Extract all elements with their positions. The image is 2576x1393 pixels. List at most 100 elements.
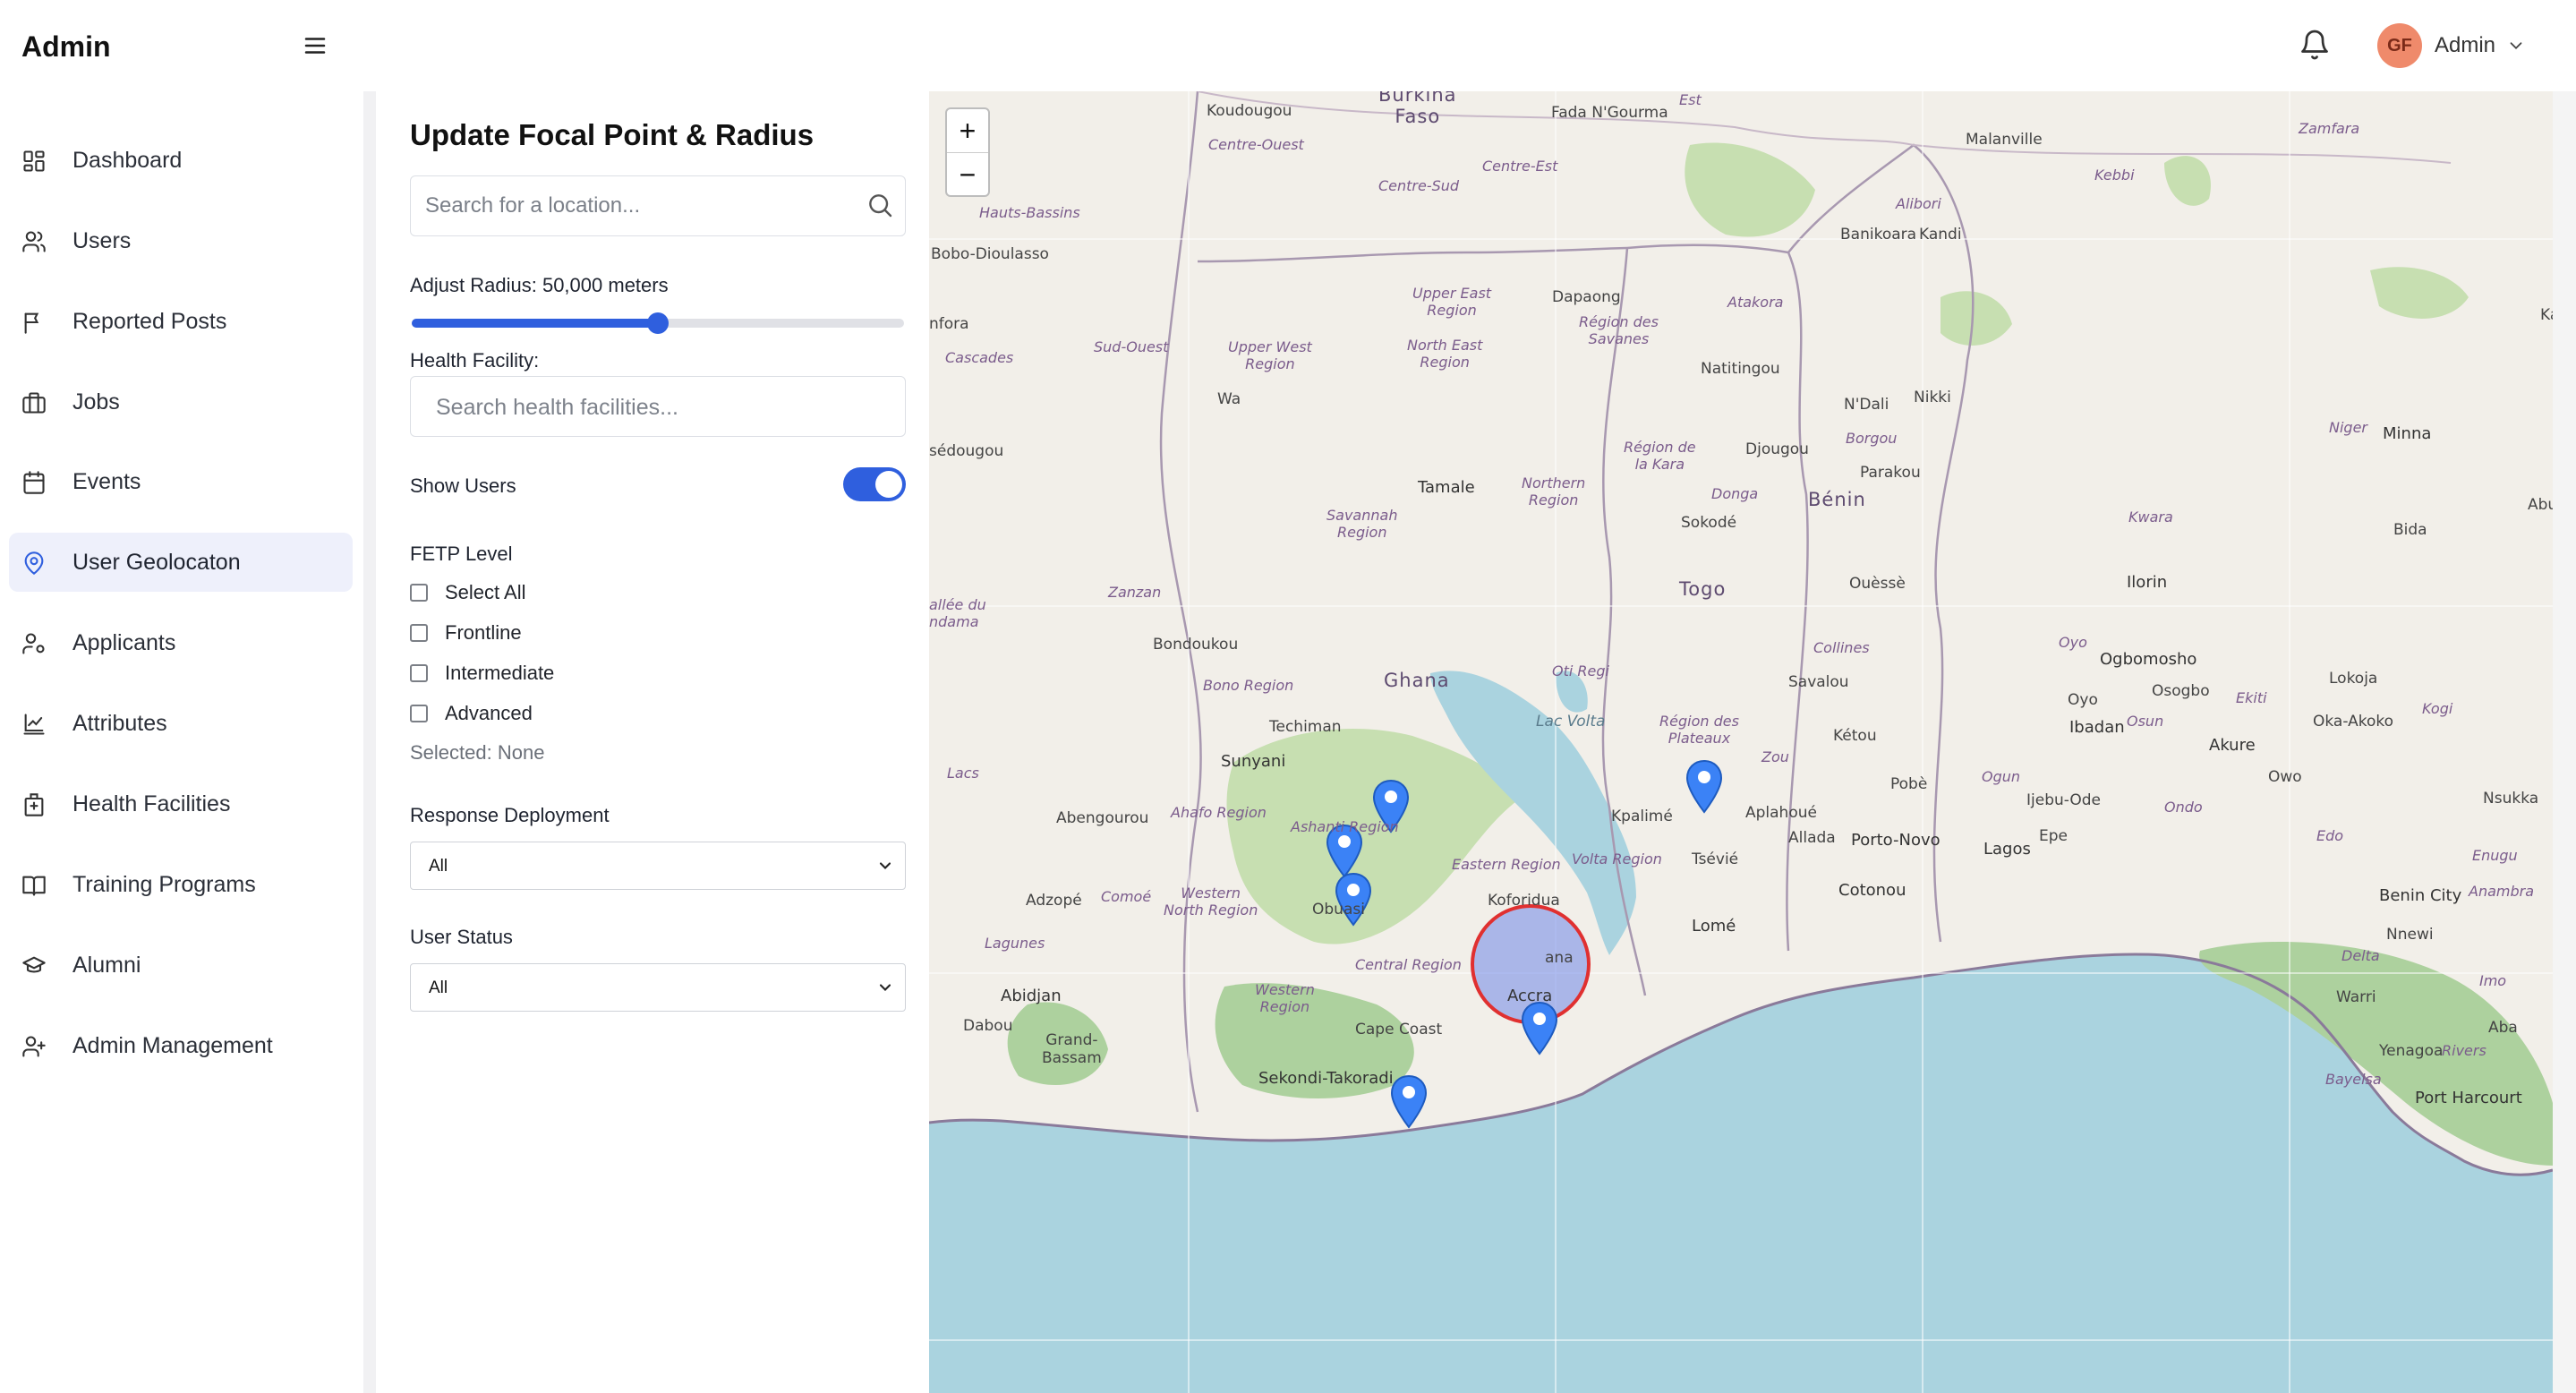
sidebar-item-label: Dashboard (73, 148, 183, 173)
checkbox[interactable] (410, 664, 428, 682)
map-label-nfora: nfora (929, 315, 969, 333)
sidebar-item-health-facilities[interactable]: Health Facilities (9, 774, 353, 833)
user-status-select[interactable]: All (410, 963, 906, 1012)
show-users-label: Show Users (410, 474, 516, 497)
sidebar-item-label: Reported Posts (73, 309, 227, 334)
map-label-nsukka: Nsukka (2483, 790, 2539, 808)
sidebar-item-jobs[interactable]: Jobs (9, 372, 353, 432)
checkbox-label: Intermediate (445, 662, 555, 684)
location-search-input[interactable] (423, 187, 848, 225)
map-label-dapaong: Dapaong (1552, 288, 1621, 306)
map-label-abuja: Abuj (2528, 496, 2553, 514)
map-label-sokode: Sokodé (1681, 514, 1737, 532)
book-open-icon (22, 876, 46, 896)
sidebar-item-applicants[interactable]: Applicants (9, 613, 353, 672)
map-label-western: Western Region (1255, 981, 1315, 1015)
user-name[interactable]: Admin (2435, 33, 2495, 58)
map-label-zamfara: Zamfara (2299, 120, 2360, 137)
map-label-porto-novo: Porto-Novo (1851, 831, 1941, 850)
map-label-kandi: Kandi (1919, 226, 1962, 244)
search-icon[interactable] (866, 191, 894, 219)
checkbox[interactable] (410, 705, 428, 722)
sidebar-item-label: Events (73, 469, 141, 494)
map-label-nikki: Nikki (1914, 389, 1951, 406)
map-label-zanzan: Zanzan (1108, 584, 1162, 601)
map-label-cascades: Cascades (945, 349, 1014, 366)
sidebar-item-label: Applicants (73, 630, 176, 655)
map-label-bobo: Bobo-Dioulasso (931, 245, 1049, 263)
avatar[interactable]: GF (2377, 23, 2422, 68)
map-label-comoe: Comoé (1101, 888, 1152, 905)
page-scrollbar[interactable] (2553, 91, 2576, 1393)
map-label-kwara: Kwara (2128, 508, 2173, 526)
sidebar-item-label: User Geolocaton (73, 550, 241, 575)
map-canvas[interactable]: + − Burkina Faso Koudougou Fada N'Gourma… (929, 91, 2553, 1393)
chart-box-icon (23, 714, 45, 735)
map-label-north-east: North East Region (1407, 337, 1483, 371)
sidebar-item-user-geolocation[interactable]: User Geolocaton (9, 533, 353, 592)
checkbox[interactable] (410, 624, 428, 642)
sidebar-item-events[interactable]: Events (9, 452, 353, 511)
facility-search-input[interactable] (434, 389, 885, 426)
chevron-down-icon (879, 862, 891, 869)
sidebar-item-users[interactable]: Users (9, 211, 353, 270)
map-label-pobe: Pobè (1890, 775, 1928, 793)
map-label-kpalime: Kpalimé (1611, 808, 1673, 825)
user-marker[interactable] (1389, 1074, 1429, 1130)
user-marker[interactable] (1685, 759, 1724, 815)
chevron-down-icon[interactable] (2506, 36, 2526, 56)
map-label-techiman: Techiman (1269, 718, 1342, 736)
sidebar-item-attributes[interactable]: Attributes (9, 694, 353, 753)
map-label-natitingou: Natitingou (1701, 360, 1780, 378)
map-label-vallee: allée du ndama (929, 596, 986, 630)
checkbox[interactable] (410, 584, 428, 602)
sidebar-item-label: Attributes (73, 711, 167, 736)
user-status-label: User Status (410, 926, 513, 948)
user-marker[interactable] (1334, 872, 1373, 927)
map-label-oti: Oti Regi (1552, 662, 1609, 679)
map-label-aplahoue: Aplahoué (1745, 804, 1817, 822)
sidebar-item-alumni[interactable]: Alumni (9, 936, 353, 995)
map-label-central: Central Region (1355, 956, 1462, 973)
hospital-icon (24, 793, 44, 816)
map-label-sekondi: Sekondi-Takoradi (1258, 1069, 1394, 1088)
user-marker[interactable] (1520, 1001, 1559, 1056)
map-label-ilorin: Ilorin (2127, 573, 2168, 592)
radius-label: Adjust Radius: 50,000 meters (410, 274, 669, 296)
radius-slider[interactable] (412, 312, 904, 334)
sidebar-item-training-programs[interactable]: Training Programs (9, 855, 353, 914)
zoom-control: + − (945, 107, 990, 197)
map-label-ondo: Ondo (2164, 799, 2203, 816)
map-label-anambra: Anambra (2469, 883, 2535, 900)
menu-icon[interactable] (302, 32, 328, 59)
map-label-zou: Zou (1761, 748, 1789, 765)
show-users-toggle[interactable] (843, 467, 906, 501)
map-label-lake-volta: Lac Volta (1536, 713, 1606, 731)
map-label-lokoja: Lokoja (2329, 670, 2378, 688)
response-deployment-select[interactable]: All (410, 842, 906, 890)
map-pin-icon (24, 551, 44, 575)
zoom-out-button[interactable]: − (947, 153, 988, 196)
sidebar-item-label: Jobs (73, 389, 120, 414)
user-plus-icon (22, 1036, 46, 1057)
facility-label: Health Facility: (410, 349, 540, 372)
map-label-ogbomosho: Ogbomosho (2100, 650, 2197, 669)
radius-slider-thumb[interactable] (647, 312, 669, 334)
sidebar-divider (363, 91, 376, 1393)
map-label-abidjan: Abidjan (1001, 987, 1062, 1005)
toggle-knob (875, 471, 902, 498)
map-label-accra: Accra (1507, 987, 1553, 1005)
map-label-lagunes: Lagunes (985, 935, 1045, 952)
bell-icon[interactable] (2299, 29, 2331, 61)
map-label-western-north: Western North Region (1164, 885, 1258, 919)
sidebar-item-dashboard[interactable]: Dashboard (9, 131, 353, 190)
zoom-in-button[interactable]: + (947, 109, 988, 152)
sidebar-item-admin-management[interactable]: Admin Management (9, 1016, 353, 1075)
sidebar-item-reported-posts[interactable]: Reported Posts (9, 292, 353, 351)
map-label-sedougou: sédougou (929, 442, 1004, 460)
map-label-lome: Lomé (1692, 917, 1736, 936)
graduation-cap-icon (22, 956, 46, 973)
map-label-cotonou: Cotonou (1838, 881, 1906, 900)
map-label-borgou: Borgou (1846, 430, 1898, 447)
brand-title: Admin (21, 30, 111, 63)
